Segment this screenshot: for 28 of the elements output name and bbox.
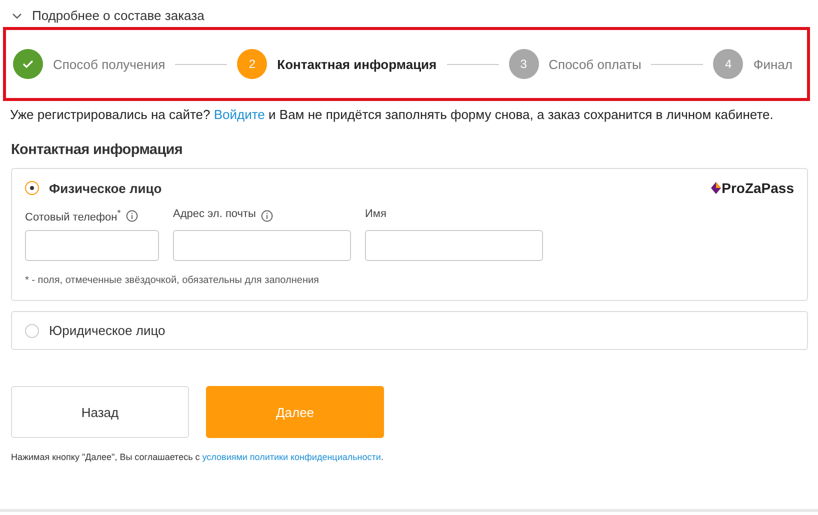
login-link[interactable]: Войдите: [214, 107, 265, 122]
section-title: Контактная информация: [11, 142, 184, 158]
step-number: 4: [713, 49, 744, 79]
step-label[interactable]: Финал: [753, 56, 792, 72]
person-type-radio[interactable]: Физическое лицо: [25, 180, 162, 196]
order-details-toggle[interactable]: Подробнее о составе заказа: [0, 8, 204, 23]
person-type-radio[interactable]: Юридическое лицо: [25, 323, 166, 338]
consent-text: Нажимая кнопку "Далее", Вы соглашаетесь с условиями политики конфиденциальности.: [11, 452, 384, 462]
text-input[interactable]: [365, 230, 543, 261]
step-number: 2: [237, 49, 268, 79]
step-label[interactable]: Способ получения: [53, 56, 166, 72]
field-label: Имя: [365, 208, 386, 220]
info-icon[interactable]: [126, 210, 138, 222]
text-input[interactable]: [25, 230, 159, 261]
login-hint: Уже регистрировались на сайте? Войдите и Вам не придётся заполнять форму снова, а заказ сохранится в личном кабинете.: [10, 107, 774, 122]
brand-logo: ProZaPass: [710, 180, 794, 196]
field-label: Сотовый телефон$^{*}$: [25, 208, 121, 224]
text-input[interactable]: [173, 230, 351, 261]
required-note: * - поля, отмеченные звёздочкой, обязательны для заполнения: [25, 275, 320, 286]
field-label: Адрес эл. почты: [173, 208, 256, 220]
back-button[interactable]: Назад: [11, 386, 189, 438]
step-label[interactable]: Контактная информация: [277, 56, 437, 72]
info-icon[interactable]: [260, 210, 273, 222]
privacy-policy-link[interactable]: условиями политики конфиденциальности: [202, 452, 381, 462]
check-icon: [22, 59, 34, 69]
chevron-icon: [12, 12, 22, 18]
step-number: 3: [508, 49, 539, 79]
step-label[interactable]: Способ оплаты: [548, 56, 642, 72]
